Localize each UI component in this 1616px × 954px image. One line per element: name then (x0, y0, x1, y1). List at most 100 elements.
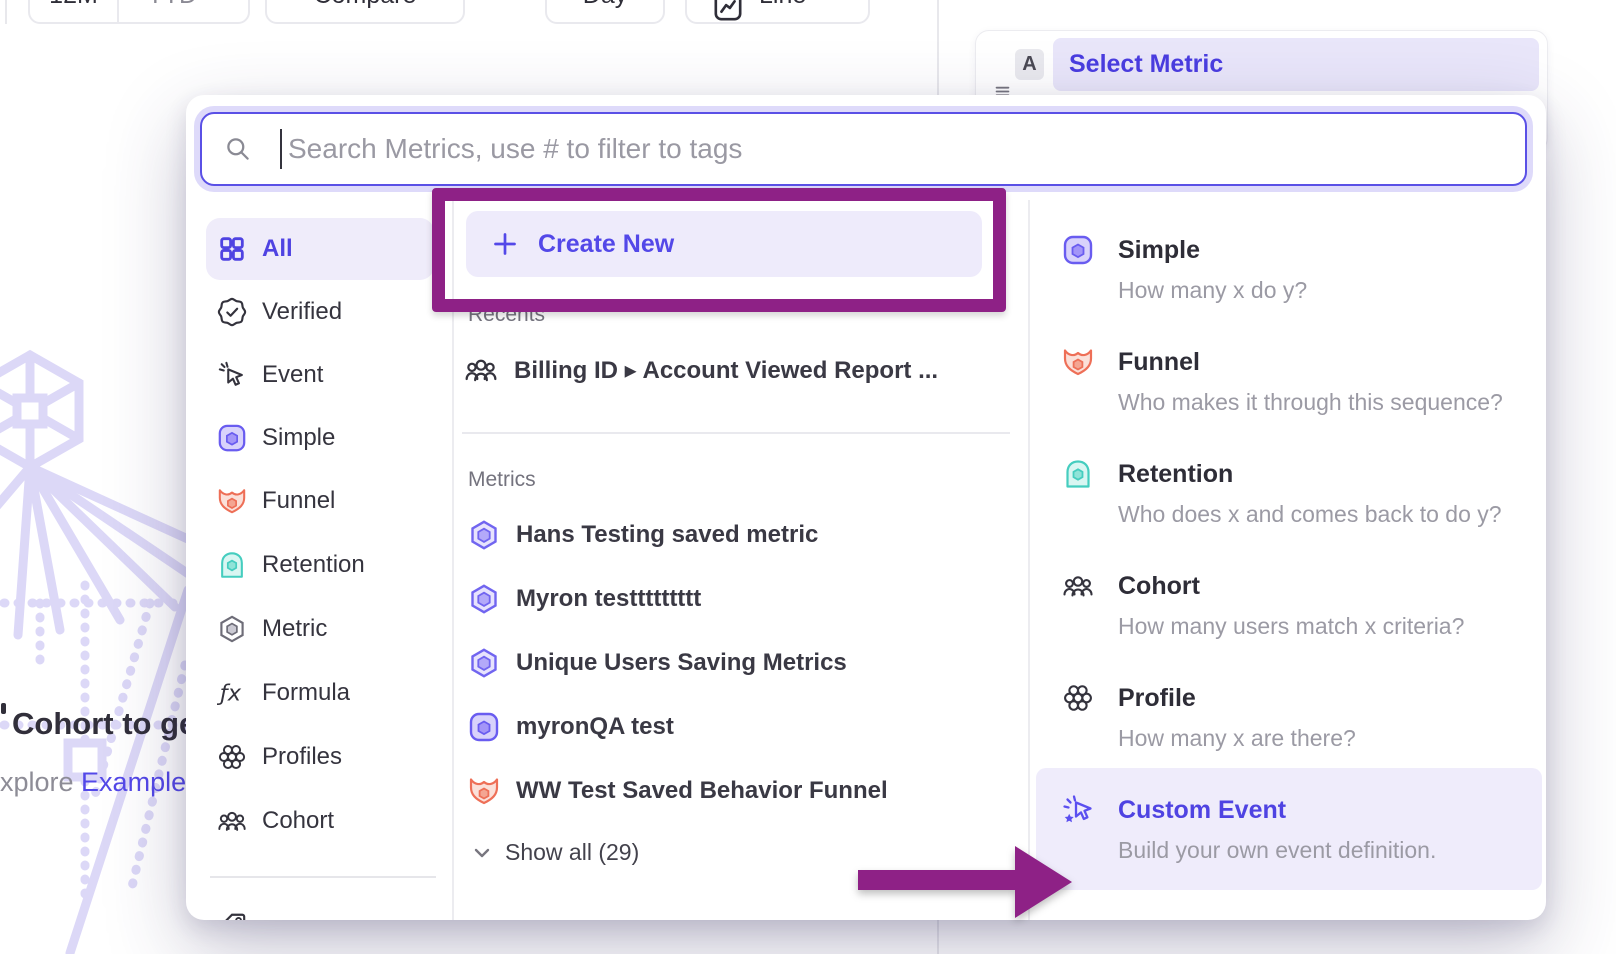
metric-item-label: WW Test Saved Behavior Funnel (516, 777, 888, 805)
range-ytd-label: YTD (147, 0, 197, 10)
metric-item-label: Myron testtttttttt (516, 585, 701, 613)
select-metric-label: Select Metric (1069, 50, 1223, 79)
metric-search (200, 112, 1527, 186)
sidebar-item-label: All (262, 235, 293, 263)
sidebar-item-label: Metric (262, 615, 327, 643)
sidebar-item-label: Verified (262, 298, 342, 326)
retention-icon (1062, 458, 1094, 490)
sidebar-item-event[interactable]: Event (206, 344, 434, 406)
metric-list-item[interactable]: WW Test Saved Behavior Funnel (468, 775, 888, 807)
search-input[interactable] (200, 112, 1527, 186)
type-simple-title[interactable]: Simple (1118, 233, 1200, 267)
sidebar-section-divider (210, 876, 436, 878)
metric-item-label: Hans Testing saved metric (516, 521, 818, 549)
type-simple-desc: How many x do y? (1118, 275, 1307, 305)
series-letter-badge: A (1015, 49, 1044, 80)
date-range-button-group[interactable]: 12M YTD (28, 0, 250, 24)
plus-icon (491, 230, 519, 258)
series-letter: A (1022, 53, 1036, 76)
sidebar-item-verified[interactable]: Verified (206, 281, 434, 343)
sidebar-item-label: Funnel (262, 487, 335, 515)
formula-icon (217, 678, 247, 708)
left-panel-divider (5, 0, 7, 24)
type-profile-desc: How many x are there? (1118, 723, 1356, 753)
custom-event-icon (1062, 794, 1094, 826)
funnel-icon (217, 486, 247, 516)
metric-item-label: myronQA test (516, 713, 674, 741)
types-panel-divider (1028, 200, 1030, 920)
sidebar-item-retention[interactable]: Retention (206, 534, 434, 596)
type-cohort-title[interactable]: Cohort (1118, 569, 1200, 603)
type-funnel-desc: Who makes it through this sequence? (1118, 387, 1503, 417)
simple-metric-icon (468, 711, 500, 743)
saved-metric-hexagon-icon (468, 583, 500, 615)
sidebar-item-all[interactable]: All (206, 218, 434, 280)
recent-item-billing[interactable]: Billing ID ▸ Account Viewed Report ... (464, 353, 938, 387)
sidebar-item-label: Cohort (262, 807, 334, 835)
example-link[interactable]: Example (81, 767, 186, 797)
simple-metric-icon (1062, 234, 1094, 266)
profiles-icon (1062, 682, 1094, 714)
type-retention-desc: Who does x and comes back to do y? (1118, 499, 1502, 529)
cohort-icon (217, 806, 247, 836)
sidebar-item-cohort[interactable]: Cohort (206, 790, 434, 852)
text-caret (280, 129, 282, 169)
type-cohort-desc: How many users match x criteria? (1118, 611, 1464, 641)
saved-metric-hexagon-icon (468, 647, 500, 679)
compare-button[interactable]: Compare (265, 0, 465, 24)
tag-icon (217, 911, 247, 920)
recents-section-label: Recents (468, 303, 545, 327)
sidebar-item-funnel[interactable]: Funnel (206, 470, 434, 532)
sidebar-item-profiles[interactable]: Profiles (206, 726, 434, 788)
metric-hexagon-icon (217, 614, 247, 644)
clipped-letter-fragment (1, 703, 6, 714)
show-all-toggle[interactable]: Show all (29) (472, 839, 639, 866)
sidebar-item-formula[interactable]: Formula (206, 662, 434, 724)
sidebar-divider (452, 200, 454, 920)
funnel-icon (468, 775, 500, 807)
show-all-label: Show all (29) (505, 839, 639, 866)
empty-state-headline-fragment: Cohort to ge (12, 706, 196, 742)
type-retention-title[interactable]: Retention (1118, 457, 1233, 491)
type-funnel-title[interactable]: Funnel (1118, 345, 1200, 379)
explore-prefix-text: xplore (0, 767, 81, 797)
custom-event-highlight (1036, 768, 1542, 890)
metrics-section-label: Metrics (468, 468, 536, 492)
sidebar-item-simple[interactable]: Simple (206, 407, 434, 469)
metric-list-item[interactable]: Myron testtttttttt (468, 583, 701, 615)
range-12m-button[interactable]: 12M (30, 0, 117, 22)
day-label: Day (583, 0, 627, 10)
app-screen: Cohort to ge xplore Example 12M YTD Comp… (0, 0, 1616, 954)
profiles-icon (217, 742, 247, 772)
sidebar-item-partial[interactable] (206, 895, 434, 920)
create-new-button[interactable]: Create New (466, 211, 982, 277)
range-ytd-button[interactable]: YTD (119, 0, 248, 22)
sidebar-item-metric[interactable]: Metric (206, 598, 434, 660)
metric-item-label: Unique Users Saving Metrics (516, 649, 847, 677)
select-metric-modal: All Verified Event Simple Funnel Retenti… (186, 95, 1546, 920)
metric-list-item[interactable]: Unique Users Saving Metrics (468, 647, 847, 679)
line-label: Line (759, 0, 806, 10)
select-metric-chip[interactable]: Select Metric (1053, 38, 1539, 91)
granularity-day-button[interactable]: Day (545, 0, 665, 24)
range-12m-label: 12M (49, 0, 98, 10)
grid-icon (217, 234, 247, 264)
recent-item-label: Billing ID ▸ Account Viewed Report ... (514, 356, 938, 385)
metric-list-item[interactable]: myronQA test (468, 711, 674, 743)
saved-metric-hexagon-icon (468, 519, 500, 551)
cohort-icon (1062, 570, 1094, 602)
sidebar-item-label: Event (262, 361, 323, 389)
chart-type-line-button[interactable]: Line (685, 0, 870, 24)
sidebar-item-label: Retention (262, 551, 365, 579)
event-cursor-icon (217, 360, 247, 390)
type-profile-title[interactable]: Profile (1118, 681, 1196, 715)
metric-list-item[interactable]: Hans Testing saved metric (468, 519, 818, 551)
chevron-down-icon (205, 0, 220, 3)
compare-label: Compare (314, 0, 417, 10)
empty-state-explore-line: xplore Example (0, 767, 186, 798)
recents-metrics-divider (462, 432, 1010, 434)
sidebar-item-label: Formula (262, 679, 350, 707)
simple-metric-icon (217, 423, 247, 453)
verified-badge-icon (217, 297, 247, 327)
type-custom-event-title[interactable]: Custom Event (1118, 793, 1286, 827)
